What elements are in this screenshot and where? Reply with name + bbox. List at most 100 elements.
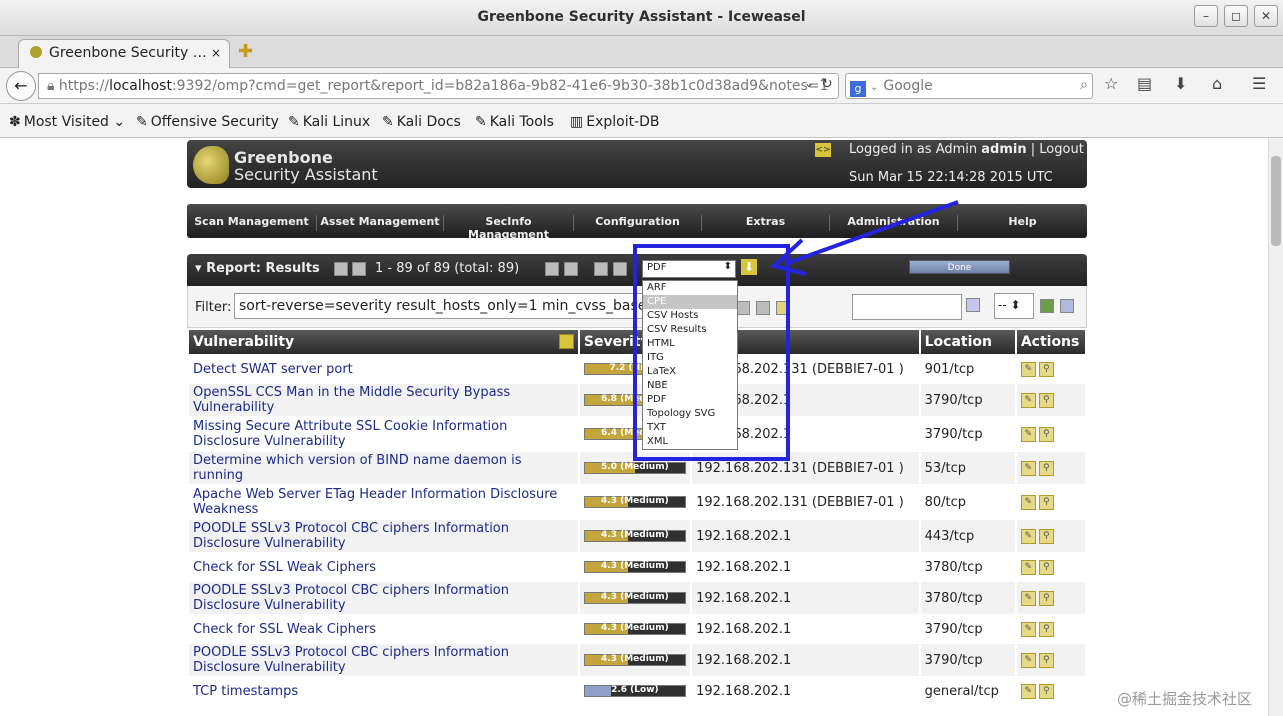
add-override-icon[interactable]: ⚲ <box>1038 528 1054 544</box>
filter-name-input[interactable] <box>852 294 962 320</box>
vulnerability-link[interactable]: OpenSSL CCS Man in the Middle Security B… <box>189 384 578 416</box>
add-override-icon[interactable]: ⚲ <box>1038 559 1054 575</box>
bookmark-offensive-security[interactable]: ✎ Offensive Security <box>136 114 279 130</box>
table-row: Apache Web Server ETag Header Informatio… <box>189 486 1085 518</box>
add-override-icon[interactable]: ⚲ <box>1038 460 1054 476</box>
apply-filter-icon[interactable] <box>1040 299 1054 313</box>
tab-close-icon[interactable]: × <box>211 46 221 60</box>
kali-dragon-icon: ✎ <box>475 114 487 130</box>
bookmark-kali-tools[interactable]: ✎ Kali Tools <box>475 114 554 130</box>
minimize-button[interactable]: – <box>1194 5 1218 27</box>
add-override-icon[interactable]: ⚲ <box>1038 590 1054 606</box>
help-icon[interactable] <box>594 262 608 276</box>
location-cell: general/tcp <box>920 678 1015 704</box>
host-cell: 192.168.202.1 <box>692 582 919 614</box>
add-note-icon[interactable]: ✎ <box>1020 361 1036 377</box>
reload-icon[interactable]: ↻ <box>821 76 833 92</box>
bookmark-exploit-db[interactable]: ▥ Exploit-DB <box>570 114 660 130</box>
vulnerability-link[interactable]: Check for SSL Weak Ciphers <box>189 616 578 642</box>
actions-cell: ✎ ⚲ <box>1016 520 1085 552</box>
menu-secinfo-management[interactable]: SecInfo Management <box>444 215 574 241</box>
severity-label: 4.3 (Medium) <box>601 561 669 571</box>
maximize-button[interactable]: ◻ <box>1224 5 1248 27</box>
add-override-icon[interactable]: ⚲ <box>1038 621 1054 637</box>
add-override-icon[interactable]: ⚲ <box>1038 494 1054 510</box>
menu-icon[interactable]: ☰ <box>1252 74 1266 93</box>
last-page-icon[interactable] <box>564 262 578 276</box>
logout-link[interactable]: Logout <box>1039 142 1084 157</box>
scrollbar-thumb[interactable] <box>1271 156 1281 246</box>
username: admin <box>981 142 1027 157</box>
vulnerability-link[interactable]: POODLE SSLv3 Protocol CBC ciphers Inform… <box>189 644 578 676</box>
report-title[interactable]: ▾ Report: Results <box>195 261 320 276</box>
add-override-icon[interactable]: ⚲ <box>1038 426 1054 442</box>
vulnerability-link[interactable]: POODLE SSLv3 Protocol CBC ciphers Inform… <box>189 582 578 614</box>
add-override-icon[interactable]: ⚲ <box>1038 683 1054 699</box>
search-icon[interactable]: ⌕ <box>1080 77 1088 93</box>
back-icon[interactable]: ← <box>6 71 36 101</box>
header-vulnerability[interactable]: Vulnerability <box>189 330 578 354</box>
table-row: POODLE SSLv3 Protocol CBC ciphers Inform… <box>189 520 1085 552</box>
save-filter-icon[interactable] <box>966 298 980 312</box>
menu-asset-management[interactable]: Asset Management <box>317 215 444 231</box>
vulnerability-link[interactable]: Determine which version of BIND name dae… <box>189 452 578 484</box>
previous-page-icon[interactable] <box>352 262 366 276</box>
add-note-icon[interactable]: ✎ <box>1020 426 1036 442</box>
add-note-icon[interactable]: ✎ <box>1020 683 1036 699</box>
url-dropdown-icon[interactable]: ⌄ <box>804 76 814 90</box>
navigation-bar: ← 🔒︎ https://localhost:9392/omp?cmd=get_… <box>0 68 1283 104</box>
new-tab-icon[interactable]: ✚ <box>238 41 253 62</box>
add-note-icon[interactable]: ✎ <box>1020 528 1036 544</box>
search-bar[interactable]: g ⌄ Google ⌕ <box>845 73 1093 99</box>
add-note-icon[interactable]: ✎ <box>1020 590 1036 606</box>
add-note-icon[interactable]: ✎ <box>1020 559 1036 575</box>
lock-icon: 🔒︎ <box>47 78 55 94</box>
add-note-icon[interactable]: ✎ <box>1020 652 1036 668</box>
search-placeholder: Google <box>883 78 933 94</box>
header-location[interactable]: Location <box>920 330 1015 354</box>
add-note-icon[interactable]: ✎ <box>1020 392 1036 408</box>
filter-list-icon[interactable] <box>1060 299 1074 313</box>
table-row: POODLE SSLv3 Protocol CBC ciphers Inform… <box>189 582 1085 614</box>
list-icon[interactable] <box>613 262 627 276</box>
search-engine-icon[interactable]: g <box>850 81 866 97</box>
host-cell: 192.168.202.1 <box>692 678 919 704</box>
url-bar[interactable]: 🔒︎ https://localhost:9392/omp?cmd=get_re… <box>38 73 839 99</box>
vulnerability-link[interactable]: POODLE SSLv3 Protocol CBC ciphers Inform… <box>189 520 578 552</box>
bookmark-kali-linux[interactable]: ✎ Kali Linux <box>288 114 370 130</box>
add-note-icon[interactable] <box>558 334 574 349</box>
close-window-button[interactable]: ✕ <box>1254 5 1278 27</box>
result-count: 1 - 89 of 89 (total: 89) <box>375 261 520 276</box>
add-note-icon[interactable]: ✎ <box>1020 460 1036 476</box>
tab-label: Greenbone Security … <box>49 45 207 61</box>
vulnerability-link[interactable]: Apache Web Server ETag Header Informatio… <box>189 486 578 518</box>
download-icon[interactable]: ⬇ <box>1174 74 1187 93</box>
location-cell: 901/tcp <box>920 356 1015 382</box>
severity-cell: 2.6 (Low) <box>579 678 691 704</box>
bookmark-star-icon[interactable]: ☆ <box>1104 74 1118 93</box>
tab-greenbone[interactable]: Greenbone Security … × <box>18 39 230 68</box>
menu-scan-management[interactable]: Scan Management <box>187 215 317 231</box>
reading-list-icon[interactable]: ▤ <box>1137 74 1152 93</box>
bookmark-most-visited[interactable]: ✽ Most Visited ⌄ <box>9 114 125 130</box>
add-note-icon[interactable]: ✎ <box>1020 621 1036 637</box>
bookmark-kali-docs[interactable]: ✎ Kali Docs <box>382 114 461 130</box>
actions-cell: ✎ ⚲ <box>1016 678 1085 704</box>
saved-filter-select[interactable]: -- ⬍ <box>994 293 1034 319</box>
menu-configuration[interactable]: Configuration <box>574 215 702 231</box>
first-page-icon[interactable] <box>334 262 348 276</box>
add-note-icon[interactable]: ✎ <box>1020 494 1036 510</box>
add-override-icon[interactable]: ⚲ <box>1038 652 1054 668</box>
filter-input[interactable]: sort-reverse=severity result_hosts_only=… <box>234 293 644 319</box>
vulnerability-link[interactable]: Detect SWAT server port <box>189 356 578 382</box>
vulnerability-link[interactable]: TCP timestamps <box>189 678 578 704</box>
home-icon[interactable]: ⌂ <box>1212 74 1222 93</box>
add-override-icon[interactable]: ⚲ <box>1038 361 1054 377</box>
vertical-scrollbar[interactable] <box>1268 138 1283 716</box>
next-page-icon[interactable] <box>545 262 559 276</box>
add-override-icon[interactable]: ⚲ <box>1038 392 1054 408</box>
language-icon[interactable]: <> <box>815 143 831 157</box>
vulnerability-link[interactable]: Check for SSL Weak Ciphers <box>189 554 578 580</box>
menu-help[interactable]: Help <box>958 215 1087 231</box>
vulnerability-link[interactable]: Missing Secure Attribute SSL Cookie Info… <box>189 418 578 450</box>
